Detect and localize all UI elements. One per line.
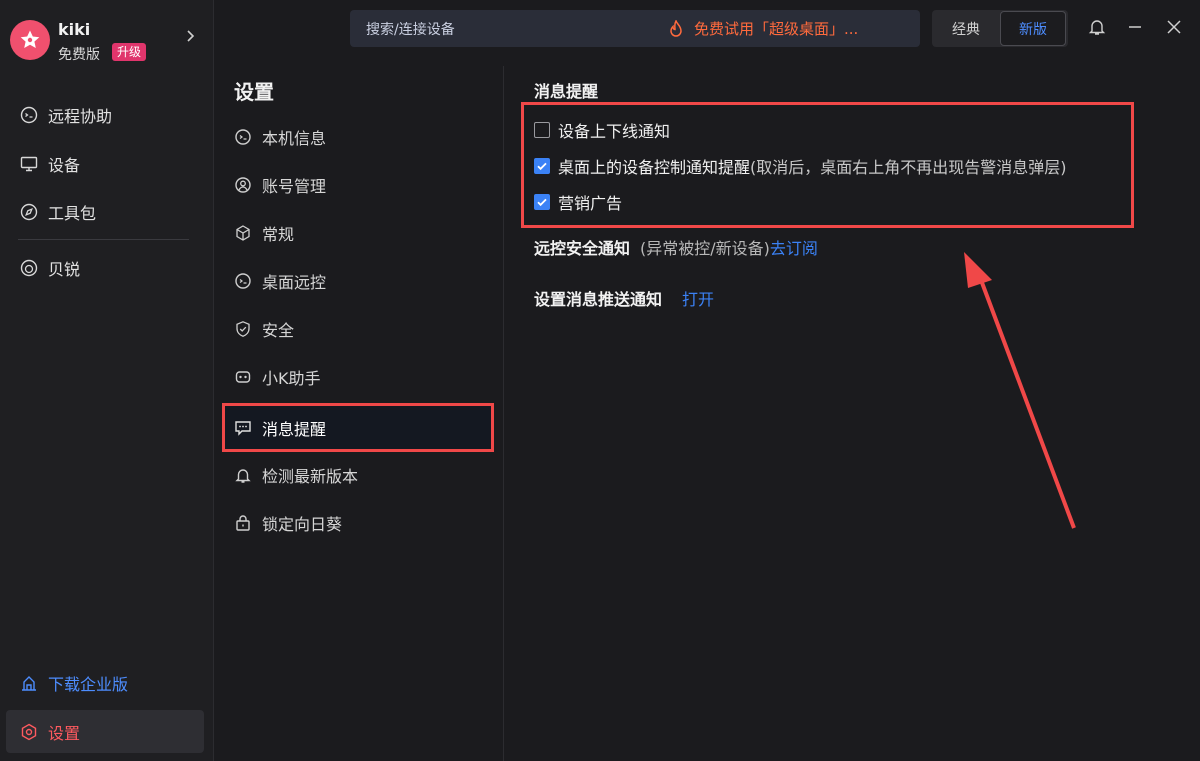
chevron-right-icon[interactable] xyxy=(182,28,198,44)
check-icon xyxy=(537,162,547,171)
settings-nav-account[interactable]: 账号管理 xyxy=(222,162,494,208)
security-notice-row: 远控安全通知 (异常被控/新设备) 去订阅 xyxy=(534,235,818,259)
sidebar-item-label: 远程协助 xyxy=(48,107,113,126)
settings-nav-general[interactable]: 常规 xyxy=(222,210,494,256)
section-title: 消息提醒 xyxy=(534,82,599,101)
mode-new-button[interactable]: 新版 xyxy=(1000,11,1066,46)
main-sidebar: kiki 免费版 升级 远程协助 设备 工具包 贝锐 下载企业版 设置 xyxy=(0,0,214,761)
mode-switch: 经典 新版 xyxy=(932,10,1068,47)
settings-nav-label: 检测最新版本 xyxy=(262,467,359,486)
cube-icon xyxy=(234,224,252,242)
device-info-icon xyxy=(234,128,252,146)
settings-nav-label: 小K助手 xyxy=(262,369,321,388)
building-icon xyxy=(20,674,38,692)
sidebar-item-beirui[interactable]: 贝锐 xyxy=(6,248,204,288)
settings-nav-notifications[interactable]: 消息提醒 xyxy=(222,403,494,452)
settings-nav-assistant[interactable]: 小K助手 xyxy=(222,354,494,400)
shield-icon xyxy=(234,320,252,338)
settings-nav-check-update[interactable]: 检测最新版本 xyxy=(222,452,494,498)
checkbox-checked[interactable] xyxy=(534,194,550,210)
settings-nav-label: 锁定向日葵 xyxy=(262,515,343,534)
sidebar-item-settings[interactable]: 设置 xyxy=(6,710,204,753)
push-notice-label: 设置消息推送通知 xyxy=(534,290,663,309)
settings-nav-label: 账号管理 xyxy=(262,177,327,196)
sidebar-divider xyxy=(18,239,189,240)
settings-nav-label: 消息提醒 xyxy=(262,419,327,439)
option-marketing-ads[interactable]: 营销广告 xyxy=(534,190,622,214)
subscribe-link[interactable]: 去订阅 xyxy=(770,235,818,259)
fire-icon xyxy=(670,19,682,37)
option-label: 桌面上的设备控制通知提醒 xyxy=(558,158,751,177)
settings-nav-label: 安全 xyxy=(262,321,295,340)
settings-title: 设置 xyxy=(234,80,274,104)
avatar[interactable] xyxy=(10,20,50,60)
download-enterprise-label: 下载企业版 xyxy=(48,675,129,694)
sidebar-item-label: 设备 xyxy=(48,156,81,175)
settings-nav-lock[interactable]: 锁定向日葵 xyxy=(222,500,494,546)
sidebar-item-remote-assist[interactable]: 远程协助 xyxy=(6,95,204,135)
settings-nav-device-info[interactable]: 本机信息 xyxy=(222,114,494,160)
mode-classic-button[interactable]: 经典 xyxy=(932,10,1000,47)
open-push-link[interactable]: 打开 xyxy=(682,286,714,310)
option-note: (取消后，桌面右上角不再出现告警消息弹层) xyxy=(750,158,1067,177)
minimize-icon[interactable] xyxy=(1125,17,1145,37)
update-bell-icon xyxy=(234,466,252,484)
sidebar-item-label: 工具包 xyxy=(48,204,97,223)
security-notice-label: 远控安全通知 xyxy=(534,239,631,258)
close-icon[interactable] xyxy=(1164,17,1184,37)
robot-icon xyxy=(234,368,252,386)
sidebar-item-toolkit[interactable]: 工具包 xyxy=(6,192,204,232)
settings-nav-desktop-remote[interactable]: 桌面远控 xyxy=(222,258,494,304)
option-device-online[interactable]: 设备上下线通知 xyxy=(534,118,670,142)
download-enterprise-link[interactable]: 下载企业版 xyxy=(6,663,204,703)
sidebar-item-devices[interactable]: 设备 xyxy=(6,144,204,184)
search-placeholder: 搜索/连接设备 xyxy=(366,22,455,38)
security-notice-note: (异常被控/新设备) xyxy=(640,239,770,258)
promo-link[interactable]: 免费试用「超级桌面」... xyxy=(668,18,858,39)
sidebar-item-label: 设置 xyxy=(48,723,81,743)
lock-icon xyxy=(234,514,252,532)
plan-label: 免费版 xyxy=(58,47,100,63)
option-label: 设备上下线通知 xyxy=(558,122,671,141)
settings-nav-security[interactable]: 安全 xyxy=(222,306,494,352)
upgrade-badge[interactable]: 升级 xyxy=(112,43,147,61)
profile-card[interactable]: kiki 免费版 升级 xyxy=(10,18,206,64)
message-icon xyxy=(234,419,252,437)
user-icon xyxy=(234,176,252,194)
username: kiki xyxy=(58,20,91,39)
checkbox-unchecked[interactable] xyxy=(534,122,550,138)
checkbox-checked[interactable] xyxy=(534,158,550,174)
promo-text: 免费试用「超级桌面」... xyxy=(694,20,859,38)
settings-nav-label: 桌面远控 xyxy=(262,273,327,292)
settings-nav-label: 本机信息 xyxy=(262,129,327,148)
app-window: kiki 免费版 升级 远程协助 设备 工具包 贝锐 下载企业版 设置 搜索/连… xyxy=(0,0,1200,761)
settings-nav-label: 常规 xyxy=(262,225,295,244)
option-desktop-control-notice[interactable]: 桌面上的设备控制通知提醒 (取消后，桌面右上角不再出现告警消息弹层) xyxy=(534,154,1067,178)
push-notice-row: 设置消息推送通知 打开 xyxy=(534,286,714,310)
search-bar[interactable]: 搜索/连接设备 免费试用「超级桌面」... xyxy=(350,10,920,47)
desktop-remote-icon xyxy=(234,272,252,290)
option-label: 营销广告 xyxy=(558,194,623,213)
star-logo-icon xyxy=(20,30,40,48)
bell-icon[interactable] xyxy=(1087,17,1107,37)
sidebar-item-label: 贝锐 xyxy=(48,260,81,279)
monitor-icon xyxy=(20,155,38,173)
settings-column-divider xyxy=(503,66,504,761)
compass-icon xyxy=(20,203,38,221)
beirui-icon xyxy=(20,259,38,277)
remote-assist-icon xyxy=(20,106,38,124)
annotation-arrow xyxy=(964,252,1076,529)
gear-icon xyxy=(20,723,38,741)
check-icon xyxy=(537,198,547,207)
